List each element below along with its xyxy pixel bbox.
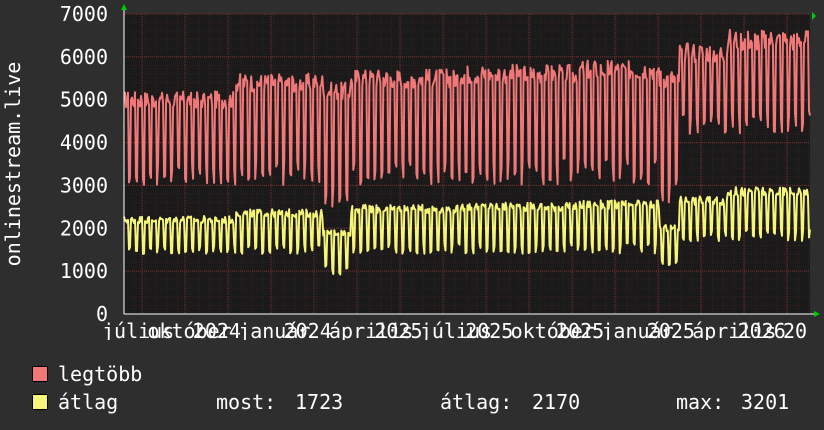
y-tick-label: 3000	[60, 173, 108, 197]
stat-atlag-label: átlag:	[440, 390, 513, 414]
y-tick-label: 7000	[60, 2, 108, 26]
legend-label-atlag: átlag	[58, 390, 119, 414]
x-tick-label: 2024	[284, 319, 332, 340]
y-tick-label: 2000	[60, 216, 108, 240]
stat-max-label: max:	[676, 390, 725, 414]
chart: 01000200030004000500060007000júliusoktób…	[1, 2, 820, 340]
stat-most-label: most:	[216, 390, 277, 414]
legend-swatch-legtobb	[32, 366, 48, 382]
x-tick-label: 2025	[647, 319, 695, 340]
y-axis-arrow-icon	[121, 4, 127, 10]
x-tick-label: 2025	[556, 319, 604, 340]
x-axis-arrow-icon	[814, 311, 820, 317]
y-tick-label: 5000	[60, 88, 108, 112]
stat-most-value: 1723	[295, 390, 344, 414]
stat-atlag-value: 2170	[532, 390, 581, 414]
stat-max-value: 3201	[741, 390, 790, 414]
legend-swatch-atlag	[32, 394, 48, 410]
y-axis-label: onlinestream.live	[1, 62, 25, 267]
corner-arrow-icon	[812, 12, 816, 20]
y-tick-label: 6000	[60, 45, 108, 69]
x-tick-label: 2026	[738, 319, 786, 340]
x-tick-label: 2025	[374, 319, 422, 340]
legend-label-legtobb: legtöbb	[58, 362, 143, 386]
x-tick-label: 2025	[465, 319, 513, 340]
y-tick-label: 4000	[60, 131, 108, 155]
y-tick-label: 1000	[60, 259, 108, 283]
x-tick-label: 2024	[193, 319, 241, 340]
x-tick-label: 20	[783, 319, 807, 340]
